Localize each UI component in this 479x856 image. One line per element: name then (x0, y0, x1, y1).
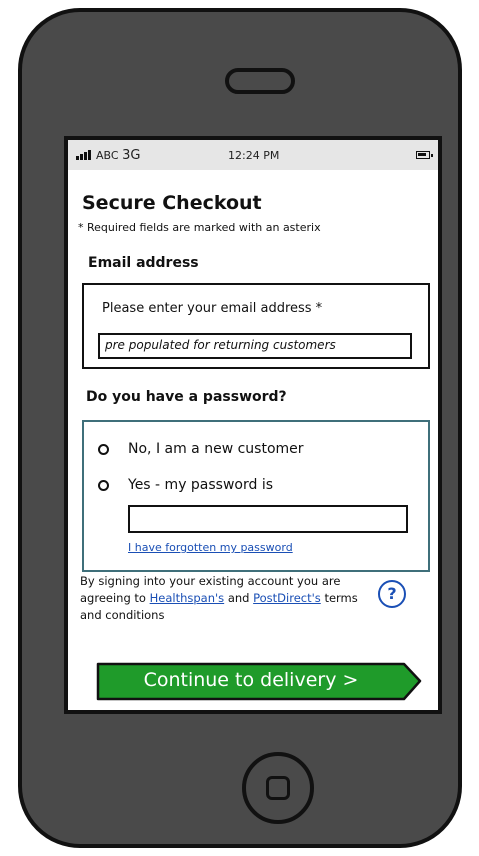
new-customer-radio[interactable] (98, 444, 109, 455)
page-title: Secure Checkout (82, 192, 262, 214)
status-bar: ABC 3G 12:24 PM (68, 140, 438, 170)
healthspan-terms-link[interactable]: Healthspan's (150, 591, 225, 605)
terms-middle: and (227, 591, 250, 605)
email-input[interactable]: pre populated for returning customers (98, 333, 412, 359)
battery-icon (416, 151, 433, 159)
home-button[interactable] (242, 752, 314, 824)
existing-customer-radio[interactable] (98, 480, 109, 491)
password-section-heading: Do you have a password? (86, 389, 287, 405)
continue-to-delivery-button[interactable]: Continue to delivery > (96, 662, 422, 702)
email-section-heading: Email address (88, 255, 199, 271)
carrier-name: ABC (96, 149, 119, 162)
required-fields-note: * Required fields are marked with an ast… (78, 221, 321, 234)
terms-text: By signing into your existing account yo… (80, 573, 370, 624)
password-section: No, I am a new customer Yes - my passwor… (82, 420, 430, 572)
email-field-label: Please enter your email address * (102, 301, 323, 316)
email-section: Please enter your email address * pre po… (82, 283, 430, 369)
carrier-label: ABC 3G (96, 148, 140, 163)
home-square-icon (266, 776, 290, 800)
continue-button-label: Continue to delivery > (143, 669, 359, 691)
new-customer-label[interactable]: No, I am a new customer (128, 441, 304, 457)
forgot-password-link[interactable]: I have forgotten my password (128, 541, 293, 554)
status-time: 12:24 PM (228, 149, 280, 162)
password-input[interactable] (128, 505, 408, 533)
network-type: 3G (122, 148, 141, 163)
phone-screen: ABC 3G 12:24 PM Secure Checkout * Requir… (64, 136, 442, 714)
help-icon[interactable]: ? (378, 580, 406, 608)
speaker-slot (225, 68, 295, 94)
existing-customer-label[interactable]: Yes - my password is (128, 477, 273, 493)
postdirect-terms-link[interactable]: PostDirect's (253, 591, 321, 605)
